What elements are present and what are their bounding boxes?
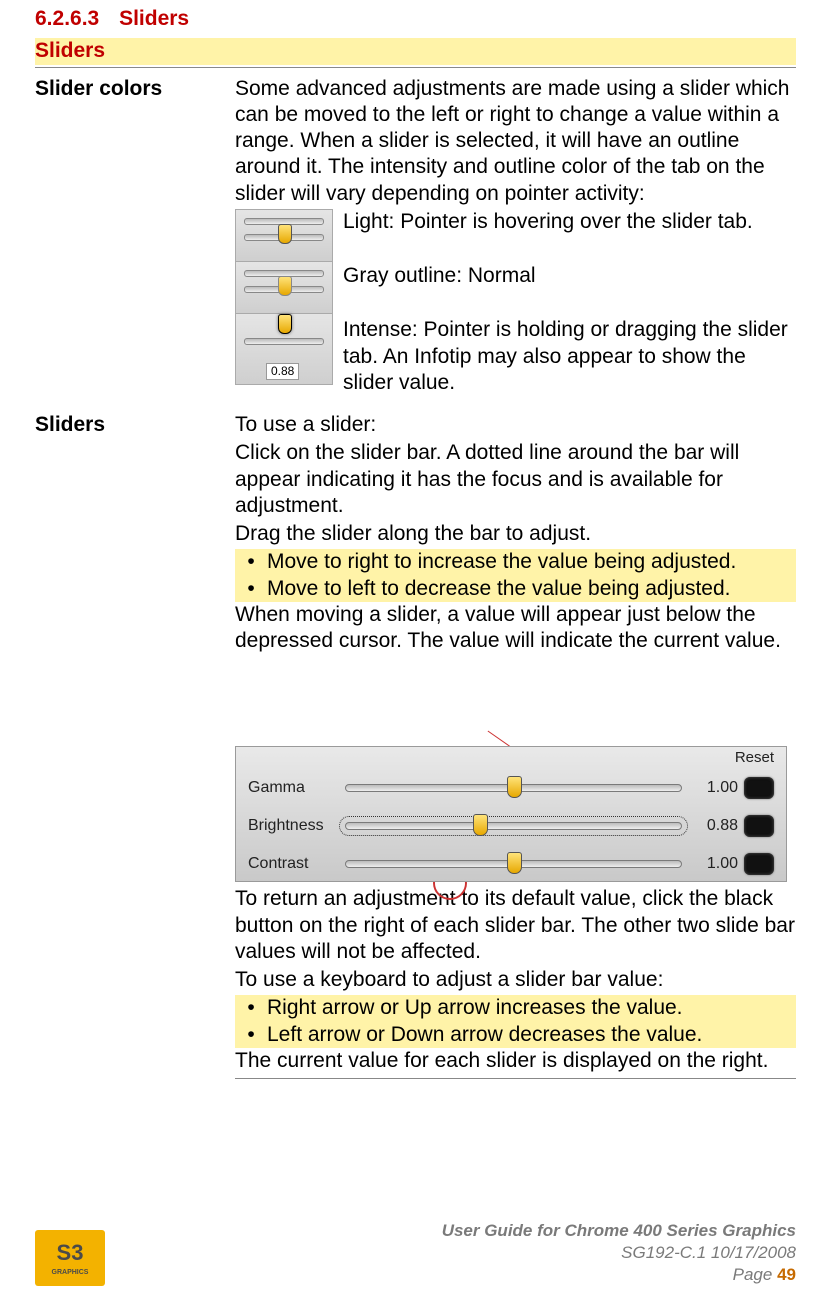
slider-tab-icon: [278, 276, 292, 296]
table-row: Slider colors Some advanced adjustments …: [35, 76, 796, 397]
slider-tab-icon: [278, 314, 292, 334]
highlighted-list: Move to right to increase the value bein…: [235, 549, 796, 602]
slider-panel: Reset Gamma 1.00 Brightness 0.88: [235, 746, 787, 882]
reset-button[interactable]: [744, 815, 774, 837]
slider-states-thumbnail: 0.88: [235, 209, 333, 385]
gamma-slider[interactable]: [345, 784, 682, 792]
s3-logo-icon: S3 GRAPHICS: [35, 1230, 105, 1286]
section-number: 6.2.6.3: [35, 7, 99, 30]
svg-text:GRAPHICS: GRAPHICS: [52, 1269, 89, 1276]
paragraph: The current value for each slider is dis…: [235, 1048, 796, 1074]
slider-label: Gamma: [236, 778, 341, 798]
list-item: Move to right to increase the value bein…: [235, 549, 796, 575]
slider-tab-icon[interactable]: [473, 814, 488, 836]
reset-button[interactable]: [744, 777, 774, 799]
svg-text:S3: S3: [57, 1240, 84, 1265]
paragraph: To use a keyboard to adjust a slider bar…: [235, 967, 796, 993]
table-row: Sliders To use a slider: Click on the sl…: [35, 412, 796, 1079]
state-gray: Gray outline: Normal: [343, 263, 796, 289]
footer-docref: SG192-C.1 10/17/2008: [442, 1242, 796, 1264]
paragraph: To return an adjustment to its default v…: [235, 886, 796, 965]
paragraph: When moving a slider, a value will appea…: [235, 602, 796, 655]
slider-tab-icon: [278, 224, 292, 244]
footer-title: User Guide for Chrome 400 Series Graphic…: [442, 1220, 796, 1242]
content-table: Sliders Slider colors Some advanced adju…: [35, 38, 796, 1079]
paragraph: Some advanced adjustments are made using…: [235, 76, 796, 207]
slider-label: Brightness: [236, 816, 341, 836]
divider: [35, 67, 796, 68]
section-title: Sliders: [119, 7, 189, 30]
reset-button[interactable]: [744, 853, 774, 875]
contrast-slider[interactable]: [345, 860, 682, 868]
infotip: 0.88: [266, 363, 299, 380]
slider-tab-icon[interactable]: [507, 776, 522, 798]
row-label: Sliders: [35, 412, 235, 1079]
slider-value: 0.88: [692, 816, 744, 836]
paragraph: Click on the slider bar. A dotted line a…: [235, 440, 796, 519]
state-light: Light: Pointer is hovering over the slid…: [343, 209, 796, 235]
slider-panel-figure: Brightness has the focus and has been de…: [235, 746, 796, 882]
list-item: Right arrow or Up arrow increases the va…: [235, 995, 796, 1021]
slider-label: Contrast: [236, 854, 341, 874]
brightness-slider[interactable]: [345, 822, 682, 830]
highlighted-list: Right arrow or Up arrow increases the va…: [235, 995, 796, 1048]
state-intense: Intense: Pointer is holding or dragging …: [343, 317, 796, 396]
paragraph: Drag the slider along the bar to adjust.: [235, 521, 796, 547]
row-label: Slider colors: [35, 76, 235, 397]
section-heading: 6.2.6.3 Sliders: [35, 6, 796, 32]
slider-tab-icon[interactable]: [507, 852, 522, 874]
paragraph: To use a slider:: [235, 412, 796, 438]
slider-row-contrast: Contrast 1.00: [236, 847, 786, 881]
page-footer: S3 GRAPHICS User Guide for Chrome 400 Se…: [35, 1220, 796, 1286]
slider-row-gamma: Gamma 1.00: [236, 771, 786, 805]
slider-value: 1.00: [692, 854, 744, 874]
table-header: Sliders: [35, 38, 796, 64]
list-item: Left arrow or Down arrow decreases the v…: [235, 1022, 796, 1048]
slider-row-brightness: Brightness 0.88: [236, 809, 786, 843]
list-item: Move to left to decrease the value being…: [235, 576, 796, 602]
slider-value: 1.00: [692, 778, 744, 798]
footer-page: Page 49: [442, 1264, 796, 1286]
divider: [235, 1078, 796, 1079]
reset-header: Reset: [735, 749, 774, 768]
